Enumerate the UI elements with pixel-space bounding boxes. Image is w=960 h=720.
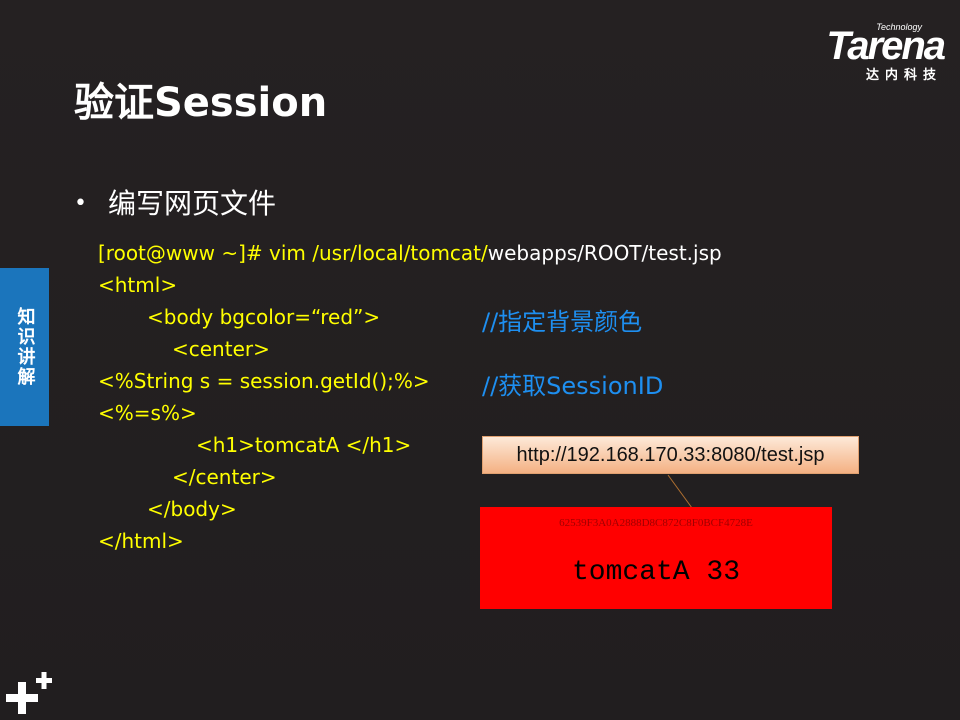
result-heading: tomcatA 33 <box>571 557 741 588</box>
slide: Technology Tarena 达内科技 验证Session • 编写网页文件… <box>0 0 960 720</box>
browser-result-panel: 62539F3A0A2888D8C872C8F0BCF4728E tomcatA… <box>480 507 832 609</box>
browser-url-box: http://192.168.170.33:8080/test.jsp <box>482 436 859 474</box>
plus-icon <box>6 672 52 714</box>
session-id-text: 62539F3A0A2888D8C872C8F0BCF4728E <box>559 517 753 529</box>
callout-connector <box>667 474 693 509</box>
